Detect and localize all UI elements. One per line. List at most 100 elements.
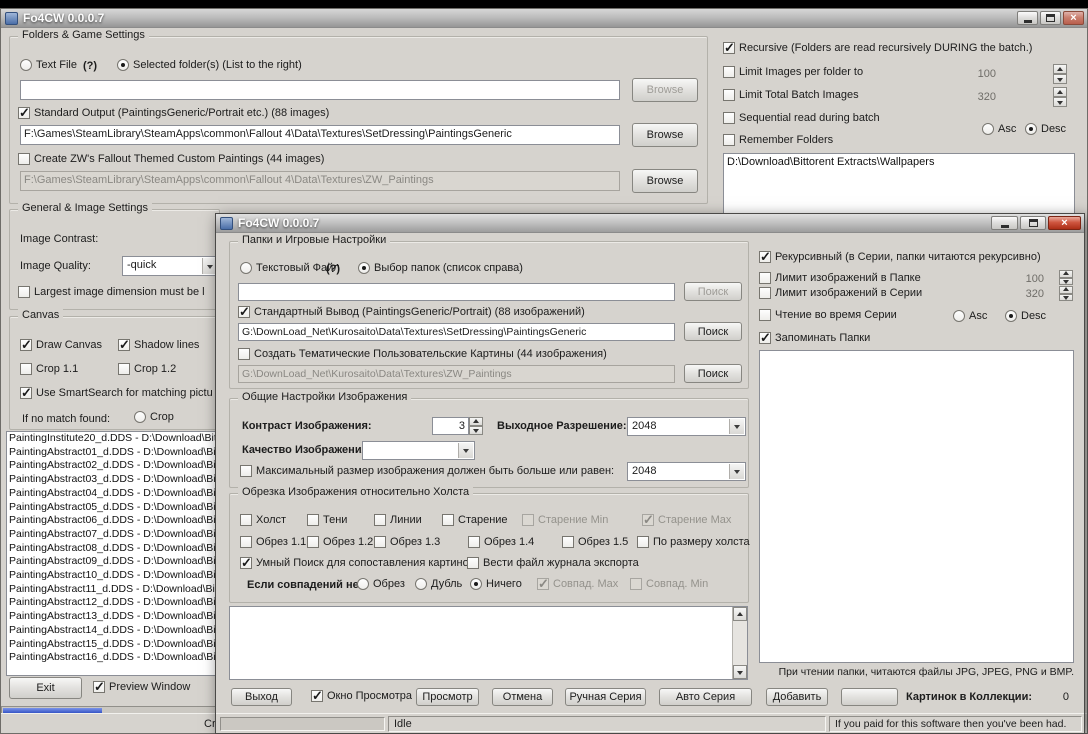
scroll-up-icon[interactable] <box>733 607 747 621</box>
maximize-button[interactable] <box>1020 216 1046 230</box>
browse-standard-button[interactable]: Browse <box>632 123 698 147</box>
search-custom-button[interactable]: Поиск <box>684 364 742 383</box>
list-item[interactable]: PaintingAbstract09_d.DDS - D:\Download\B… <box>7 555 218 569</box>
contrast-value-input[interactable]: 3 <box>432 417 469 435</box>
standard-output-checkbox[interactable]: Стандартный Вывод (PaintingsGeneric/Port… <box>238 306 585 318</box>
list-item[interactable]: PaintingAbstract15_d.DDS - D:\Download\B… <box>7 638 218 652</box>
minimize-button[interactable] <box>1017 11 1038 25</box>
sequential-read-checkbox[interactable]: Чтение во время Серии <box>759 309 897 321</box>
maximize-button[interactable] <box>1040 11 1061 25</box>
custom-paintings-checkbox[interactable]: Создать Тематические Пользовательские Ка… <box>238 348 607 360</box>
spinner-up-icon[interactable] <box>1059 286 1073 294</box>
lines-checkbox[interactable]: Линии <box>374 514 422 526</box>
minimize-button[interactable] <box>991 216 1018 230</box>
list-item[interactable]: PaintingAbstract12_d.DDS - D:\Download\B… <box>7 596 218 610</box>
contrast-spinner[interactable] <box>469 417 483 435</box>
spinner-down-icon[interactable] <box>1059 294 1073 302</box>
match-min-checkbox[interactable]: Совпад. Min <box>630 578 708 590</box>
match-max-checkbox[interactable]: Совпад. Max <box>537 578 618 590</box>
custom-paintings-path-input[interactable]: F:\Games\SteamLibrary\SteamApps\common\F… <box>20 171 620 191</box>
inner-titlebar[interactable]: Fo4CW 0.0.0.7 <box>216 214 1084 233</box>
list-item[interactable]: PaintingAbstract01_d.DDS - D:\Download\B… <box>7 446 218 460</box>
aging-checkbox[interactable]: Старение <box>442 514 508 526</box>
preview-button[interactable]: Просмотр <box>416 688 479 706</box>
limit-per-folder-spinner[interactable] <box>1059 270 1073 285</box>
close-button[interactable] <box>1063 11 1084 25</box>
shadow-lines-checkbox[interactable]: Shadow lines <box>118 339 199 351</box>
exit-button[interactable]: Выход <box>231 688 292 706</box>
nothing-option-radio[interactable]: Ничего <box>470 578 522 590</box>
limit-total-spinner[interactable] <box>1059 286 1073 301</box>
selected-folders-radio[interactable]: Выбор папок (список справа) <box>358 262 523 274</box>
manual-batch-button[interactable]: Ручная Серия <box>565 688 646 706</box>
custom-paintings-path-input[interactable]: G:\DownLoad_Net\Kurosaito\Data\Textures\… <box>238 365 675 383</box>
export-log-checkbox[interactable]: Вести файл журнала экспорта <box>467 557 639 569</box>
auto-batch-button[interactable]: Авто Серия <box>659 688 752 706</box>
limit-per-folder-checkbox[interactable]: Лимит изображений в Папке <box>759 272 921 284</box>
list-item[interactable]: PaintingAbstract03_d.DDS - D:\Download\B… <box>7 473 218 487</box>
fit-canvas-checkbox[interactable]: По размеру холста <box>637 536 750 548</box>
dropdown-arrow-icon[interactable] <box>729 419 744 434</box>
selected-folders-radio[interactable]: Selected folder(s) (List to the right) <box>117 59 302 71</box>
preview-window-checkbox[interactable]: Окно Просмотра <box>311 690 412 702</box>
spinner-down-icon[interactable] <box>1053 97 1067 107</box>
spinner-up-icon[interactable] <box>1059 270 1073 278</box>
list-item[interactable]: PaintingAbstract05_d.DDS - D:\Download\B… <box>7 501 218 515</box>
dropdown-arrow-icon[interactable] <box>458 443 473 458</box>
text-file-path-input[interactable] <box>20 80 620 100</box>
collection-list[interactable] <box>759 350 1074 663</box>
list-item[interactable]: PaintingAbstract13_d.DDS - D:\Download\B… <box>7 610 218 624</box>
remember-folders-checkbox[interactable]: Remember Folders <box>723 134 833 146</box>
asc-radio[interactable]: Asc <box>982 123 1016 135</box>
exit-button[interactable]: Exit <box>9 677 82 699</box>
file-list[interactable]: PaintingInstitute20_d.DDS - D:\Download\… <box>6 431 219 676</box>
crop-1-1-checkbox[interactable]: Обрез 1.1 <box>240 536 306 548</box>
recursive-checkbox[interactable]: Рекурсивный (в Серии, папки читаются рек… <box>759 251 1041 263</box>
quality-combo[interactable] <box>362 441 475 460</box>
spinner-up-icon[interactable] <box>1053 87 1067 97</box>
add-button[interactable]: Добавить <box>766 688 828 706</box>
standard-output-path-input[interactable]: G:\DownLoad_Net\Kurosaito\Data\Textures\… <box>238 323 675 341</box>
list-item[interactable]: PaintingAbstract10_d.DDS - D:\Download\B… <box>7 569 218 583</box>
sequential-read-checkbox[interactable]: Sequential read during batch <box>723 112 880 124</box>
crop-option-radio[interactable]: Crop <box>134 411 174 423</box>
desc-radio[interactable]: Desc <box>1005 310 1046 322</box>
scroll-down-icon[interactable] <box>733 665 747 679</box>
list-item[interactable]: PaintingAbstract11_d.DDS - D:\Download\B… <box>7 583 218 597</box>
vertical-scrollbar[interactable] <box>732 607 747 679</box>
crop-1-1-checkbox[interactable]: Crop 1.1 <box>20 363 78 375</box>
search-textfile-button[interactable]: Поиск <box>684 282 742 301</box>
browse-textfile-button[interactable]: Browse <box>632 78 698 102</box>
draw-canvas-checkbox[interactable]: Draw Canvas <box>20 339 102 351</box>
desc-radio[interactable]: Desc <box>1025 123 1066 135</box>
spinner-down-icon[interactable] <box>469 426 483 435</box>
list-item[interactable]: PaintingAbstract16_d.DDS - D:\Download\B… <box>7 651 218 665</box>
limit-total-checkbox[interactable]: Лимит изображений в Серии <box>759 287 922 299</box>
custom-paintings-checkbox[interactable]: Create ZW's Fallout Themed Custom Painti… <box>18 153 324 165</box>
max-size-combo[interactable]: 2048 <box>627 462 746 481</box>
browse-custom-button[interactable]: Browse <box>632 169 698 193</box>
close-button[interactable] <box>1048 216 1081 230</box>
limit-per-folder-checkbox[interactable]: Limit Images per folder to <box>723 66 863 78</box>
list-item[interactable]: PaintingAbstract08_d.DDS - D:\Download\B… <box>7 542 218 556</box>
standard-output-checkbox[interactable]: Standard Output (PaintingsGeneric/Portra… <box>18 107 329 119</box>
text-file-help[interactable]: (?) <box>83 60 97 72</box>
duplicate-option-radio[interactable]: Дубль <box>415 578 462 590</box>
limit-per-folder-spinner[interactable] <box>1053 64 1067 84</box>
text-file-help[interactable]: (?) <box>326 263 340 275</box>
dropdown-arrow-icon[interactable] <box>729 464 744 479</box>
crop-option-radio[interactable]: Обрез <box>357 578 405 590</box>
crop-1-3-checkbox[interactable]: Обрез 1.3 <box>374 536 440 548</box>
smartsearch-checkbox[interactable]: Умный Поиск для сопоставления картинок <box>240 557 474 569</box>
outer-titlebar[interactable]: Fo4CW 0.0.0.7 <box>1 9 1087 28</box>
preview-window-checkbox[interactable]: Preview Window <box>93 681 190 693</box>
list-item[interactable]: PaintingAbstract06_d.DDS - D:\Download\B… <box>7 514 218 528</box>
text-file-path-input[interactable] <box>238 283 675 301</box>
text-file-radio[interactable]: Text File <box>20 59 77 71</box>
list-item[interactable]: D:\Download\Bittorent Extracts\Wallpaper… <box>724 154 1074 170</box>
image-quality-combo[interactable]: -quick <box>122 256 219 276</box>
limit-total-checkbox[interactable]: Limit Total Batch Images <box>723 89 859 101</box>
aging-min-checkbox[interactable]: Старение Min <box>522 514 608 526</box>
spinner-down-icon[interactable] <box>1053 74 1067 84</box>
remember-folders-checkbox[interactable]: Запоминать Папки <box>759 332 870 344</box>
